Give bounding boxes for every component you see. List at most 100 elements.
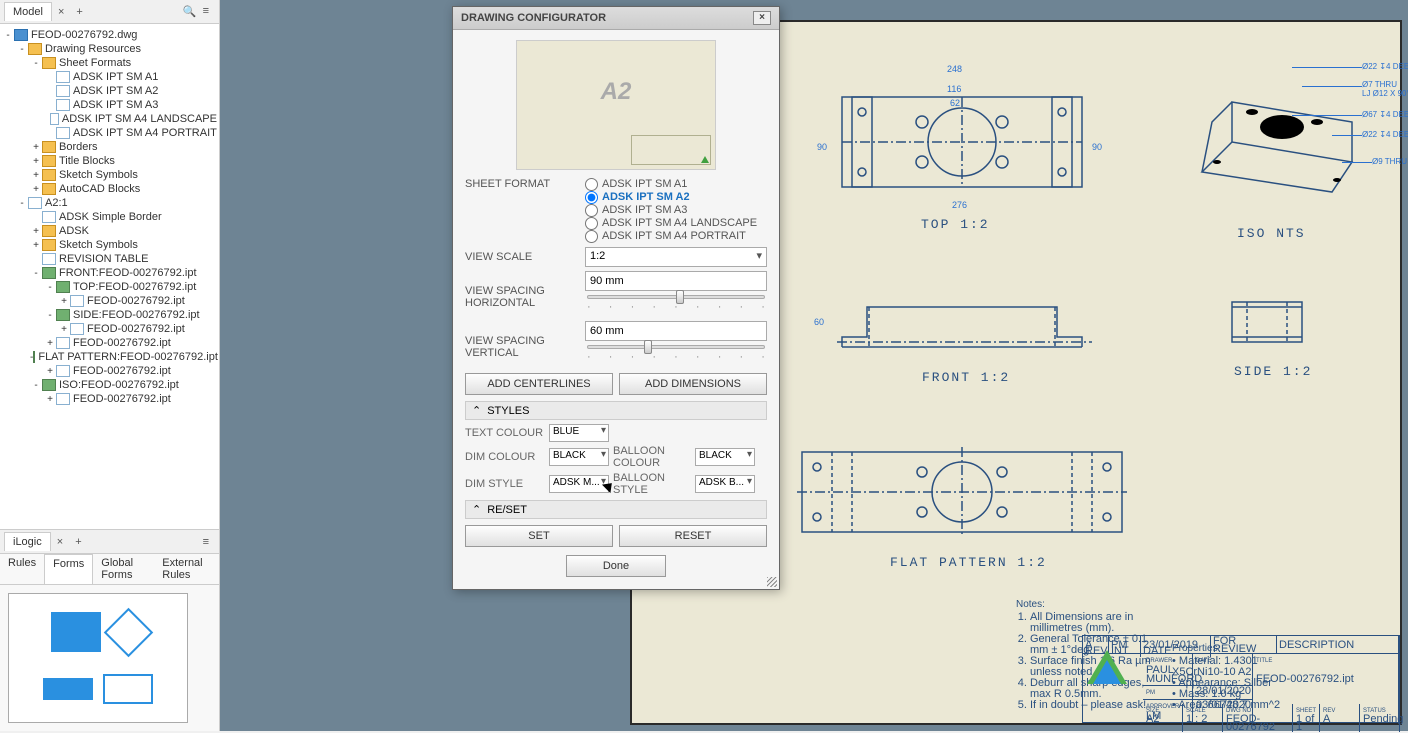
- sheet-format-radio[interactable]: ADSK IPT SM A1: [585, 178, 767, 191]
- expand-icon[interactable]: +: [44, 394, 56, 405]
- expand-icon[interactable]: -: [2, 30, 14, 41]
- tree-node[interactable]: ADSK IPT SM A2: [2, 84, 217, 98]
- view-spacing-v-input[interactable]: [585, 321, 767, 341]
- balloon-style-dropdown[interactable]: ADSK B...: [695, 475, 755, 493]
- tree-node[interactable]: +ADSK: [2, 224, 217, 238]
- add-centerlines-button[interactable]: ADD CENTERLINES: [465, 373, 613, 395]
- tree-node[interactable]: +AutoCAD Blocks: [2, 182, 217, 196]
- menu-icon[interactable]: ≡: [203, 5, 209, 18]
- expand-icon[interactable]: -: [30, 380, 42, 391]
- tree-item-label: TOP:FEOD-00276792.ipt: [73, 281, 196, 293]
- radio-icon[interactable]: [585, 191, 598, 204]
- side-view-label: SIDE 1:2: [1234, 364, 1312, 379]
- tree-node[interactable]: +FEOD-00276792.ipt: [2, 364, 217, 378]
- form-thumbnail[interactable]: [0, 585, 219, 731]
- expand-icon[interactable]: +: [30, 156, 42, 167]
- tree-item-label: FEOD-00276792.ipt: [87, 323, 185, 335]
- expand-icon[interactable]: +: [58, 324, 70, 335]
- radio-icon[interactable]: [585, 230, 598, 243]
- tree-item-icon: [56, 337, 70, 349]
- expand-icon[interactable]: +: [30, 184, 42, 195]
- expand-icon[interactable]: -: [16, 44, 28, 55]
- view-spacing-v-slider[interactable]: ·········: [585, 341, 767, 367]
- tree-node[interactable]: -ISO:FEOD-00276792.ipt: [2, 378, 217, 392]
- expand-icon[interactable]: +: [44, 366, 56, 377]
- dialog-titlebar[interactable]: DRAWING CONFIGURATOR ×: [453, 7, 779, 30]
- add-tab-icon[interactable]: +: [70, 6, 88, 18]
- add-tab-icon[interactable]: +: [69, 536, 87, 548]
- flat-pattern-view: [792, 442, 1132, 542]
- view-scale-dropdown[interactable]: 1:2: [585, 247, 767, 267]
- tree-node[interactable]: ADSK IPT SM A4 PORTRAIT: [2, 126, 217, 140]
- model-tree[interactable]: -FEOD-00276792.dwg-Drawing Resources-She…: [0, 24, 219, 529]
- reset-header[interactable]: ⌃RE/SET: [465, 500, 767, 519]
- close-icon[interactable]: ×: [52, 6, 70, 18]
- tree-node[interactable]: REVISION TABLE: [2, 252, 217, 266]
- expand-icon[interactable]: -: [44, 310, 56, 321]
- dim-style-dropdown[interactable]: ADSK M...: [549, 475, 609, 493]
- tree-node[interactable]: ADSK IPT SM A3: [2, 98, 217, 112]
- close-icon[interactable]: ×: [51, 536, 69, 548]
- sheet-format-radios[interactable]: ADSK IPT SM A1ADSK IPT SM A2ADSK IPT SM …: [585, 178, 767, 243]
- model-tab[interactable]: Model: [4, 2, 52, 21]
- dialog-close-icon[interactable]: ×: [753, 11, 771, 25]
- tree-node[interactable]: +FEOD-00276792.ipt: [2, 392, 217, 406]
- sheet-format-radio[interactable]: ADSK IPT SM A4 PORTRAIT: [585, 230, 767, 243]
- sheet-format-radio[interactable]: ADSK IPT SM A3: [585, 204, 767, 217]
- tree-node[interactable]: +FEOD-00276792.ipt: [2, 294, 217, 308]
- menu-icon[interactable]: ≡: [203, 536, 209, 548]
- expand-icon[interactable]: -: [30, 268, 42, 279]
- tree-node[interactable]: -Sheet Formats: [2, 56, 217, 70]
- drawing-canvas[interactable]: 248 116 62 90 90 276 TOP 1:2: [220, 0, 1408, 731]
- tree-node[interactable]: +Borders: [2, 140, 217, 154]
- sheet-format-radio[interactable]: ADSK IPT SM A2: [585, 191, 767, 204]
- tree-node[interactable]: -SIDE:FEOD-00276792.ipt: [2, 308, 217, 322]
- expand-icon[interactable]: +: [30, 142, 42, 153]
- tree-node[interactable]: -FEOD-00276792.dwg: [2, 28, 217, 42]
- reset-button[interactable]: RESET: [619, 525, 767, 547]
- expand-icon[interactable]: +: [30, 240, 42, 251]
- ilogic-subtab-global-forms[interactable]: Global Forms: [93, 554, 154, 584]
- ilogic-subtab-rules[interactable]: Rules: [0, 554, 44, 584]
- text-colour-dropdown[interactable]: BLUE: [549, 424, 609, 442]
- expand-icon[interactable]: -: [16, 198, 28, 209]
- radio-label: ADSK IPT SM A2: [602, 191, 690, 204]
- tree-node[interactable]: ADSK IPT SM A1: [2, 70, 217, 84]
- view-spacing-h-slider[interactable]: ·········: [585, 291, 767, 317]
- sheet-format-radio[interactable]: ADSK IPT SM A4 LANDSCAPE: [585, 217, 767, 230]
- tree-node[interactable]: - TOP:FEOD-00276792.ipt: [2, 280, 217, 294]
- tree-node[interactable]: -A2:1: [2, 196, 217, 210]
- ilogic-subtab-forms[interactable]: Forms: [44, 554, 93, 584]
- radio-icon[interactable]: [585, 178, 598, 191]
- expand-icon[interactable]: +: [30, 170, 42, 181]
- expand-icon[interactable]: -: [30, 58, 42, 69]
- tree-node[interactable]: ADSK Simple Border: [2, 210, 217, 224]
- expand-icon[interactable]: +: [44, 338, 56, 349]
- tree-node[interactable]: +Sketch Symbols: [2, 168, 217, 182]
- search-icon[interactable]: 🔍: [183, 5, 197, 18]
- add-dimensions-button[interactable]: ADD DIMENSIONS: [619, 373, 767, 395]
- radio-icon[interactable]: [585, 204, 598, 217]
- tree-node[interactable]: -FLAT PATTERN:FEOD-00276792.ipt: [2, 350, 217, 364]
- dim-colour-dropdown[interactable]: BLACK: [549, 448, 609, 466]
- resize-grip-icon[interactable]: [767, 577, 777, 587]
- tree-node[interactable]: -FRONT:FEOD-00276792.ipt: [2, 266, 217, 280]
- set-button[interactable]: SET: [465, 525, 613, 547]
- expand-icon[interactable]: +: [58, 296, 70, 307]
- tree-node[interactable]: +Title Blocks: [2, 154, 217, 168]
- expand-icon[interactable]: -: [44, 282, 56, 293]
- tree-node[interactable]: +FEOD-00276792.ipt: [2, 336, 217, 350]
- tree-node[interactable]: ADSK IPT SM A4 LANDSCAPE: [2, 112, 217, 126]
- radio-icon[interactable]: [585, 217, 598, 230]
- done-button[interactable]: Done: [566, 555, 666, 577]
- view-spacing-h-input[interactable]: [585, 271, 767, 291]
- annotation-4: Ø22 ↧4 DEEP: [1362, 130, 1408, 139]
- tree-node[interactable]: -Drawing Resources: [2, 42, 217, 56]
- expand-icon[interactable]: +: [30, 226, 42, 237]
- styles-header[interactable]: ⌃STYLES: [465, 401, 767, 420]
- tree-node[interactable]: + FEOD-00276792.ipt: [2, 322, 217, 336]
- ilogic-tab[interactable]: iLogic: [4, 532, 51, 551]
- ilogic-subtab-external-rules[interactable]: External Rules: [154, 554, 219, 584]
- tree-node[interactable]: +Sketch Symbols: [2, 238, 217, 252]
- balloon-colour-dropdown[interactable]: BLACK: [695, 448, 755, 466]
